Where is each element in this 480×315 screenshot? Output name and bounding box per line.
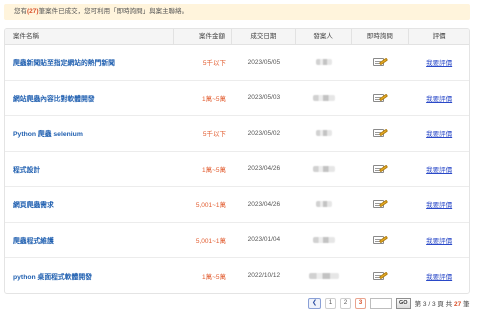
header-date: 成交日期 — [232, 29, 296, 44]
client-name-blurred — [315, 59, 332, 66]
deal-date: 2023/04/26 — [247, 200, 281, 208]
table-row: python 桌面程式軟體開發 1萬~5萬 2022/10/12 我要評價 — [5, 258, 469, 293]
header-chat: 即時詢問 — [352, 29, 410, 44]
client-name-blurred — [308, 272, 339, 279]
deal-date: 2023/04/26 — [247, 165, 281, 173]
table-row: 程式設計 1萬~5萬 2023/04/26 我要評價 — [5, 152, 469, 187]
table-row: 網站爬蟲內容比對軟體開發 1萬~5萬 2023/05/03 我要評價 — [5, 81, 469, 116]
evaluate-link[interactable]: 我要評價 — [426, 199, 452, 209]
chevron-left-icon[interactable]: ❮ — [308, 297, 321, 309]
page-info: 第 3 / 3 頁 共 27 筆 — [414, 301, 470, 308]
header-evaluation: 評價 — [432, 33, 446, 40]
case-name-link[interactable]: 爬蟲新聞貼至指定網站的熱門新聞 — [13, 57, 115, 67]
deal-count: (27) — [27, 8, 39, 15]
evaluate-link[interactable]: 我要評價 — [426, 93, 452, 103]
pagination: ❮ 1 2 3 GO 第 3 / 3 頁 共 27 筆 — [308, 297, 470, 309]
case-name-link[interactable]: 程式設計 — [13, 164, 40, 174]
table-row: 網頁爬蟲需求 5,001~1萬 2023/04/26 我要評價 — [5, 187, 469, 223]
total-count: 27 — [454, 301, 462, 308]
page-number-input[interactable] — [370, 297, 392, 309]
case-amount: 1萬~5萬 — [202, 95, 227, 103]
evaluate-link[interactable]: 我要評價 — [426, 128, 452, 138]
notice-prefix: 您有 — [14, 8, 27, 15]
message-icon[interactable] — [372, 235, 388, 245]
deal-date: 2022/10/12 — [247, 272, 281, 280]
client-name-blurred — [312, 165, 335, 172]
case-amount: 5,001~1萬 — [195, 202, 227, 210]
message-icon[interactable] — [372, 57, 388, 67]
table-row: 爬蟲程式維護 5,001~1萬 2023/01/04 我要評價 — [5, 223, 469, 258]
deal-date: 2023/01/04 — [247, 236, 281, 244]
case-name-link[interactable]: Python 爬蟲 selenium — [13, 128, 83, 138]
case-amount: 5千以下 — [202, 60, 227, 68]
message-icon[interactable] — [372, 199, 388, 209]
evaluate-link[interactable]: 我要評價 — [426, 57, 452, 67]
case-amount: 1萬~5萬 — [202, 166, 227, 174]
case-amount: 5,001~1萬 — [195, 237, 227, 245]
case-amount: 5千以下 — [202, 131, 227, 139]
table-header: 案件名稱 案件金額 成交日期 發案人 即時詢問 評價 — [5, 29, 469, 45]
evaluate-link[interactable]: 我要評價 — [426, 164, 452, 174]
client-name-blurred — [312, 94, 335, 101]
table-row: Python 爬蟲 selenium 5千以下 2023/05/02 我要評價 — [5, 116, 469, 152]
message-icon[interactable] — [372, 128, 388, 138]
message-icon[interactable] — [372, 93, 388, 103]
deal-date: 2023/05/02 — [247, 129, 281, 137]
case-name-link[interactable]: 網站爬蟲內容比對軟體開發 — [13, 93, 95, 103]
case-name-link[interactable]: python 桌面程式軟體開發 — [13, 271, 92, 281]
case-name-link[interactable]: 爬蟲程式維護 — [13, 235, 54, 245]
client-name-blurred — [315, 201, 332, 208]
evaluate-link[interactable]: 我要評價 — [426, 271, 452, 281]
notice-suffix: 筆案件已成交，您可利用「即時詢問」與案主聯絡。 — [38, 8, 189, 15]
deal-notice-banner: 您有(27)筆案件已成交，您可利用「即時詢問」與案主聯絡。 — [4, 4, 470, 20]
message-icon[interactable] — [372, 271, 388, 281]
deals-table: 案件名稱 案件金額 成交日期 發案人 即時詢問 評價 爬蟲新聞貼至指定網站的熱門… — [4, 28, 470, 294]
go-button[interactable]: GO — [396, 297, 411, 309]
header-client: 發案人 — [296, 29, 352, 44]
header-amount: 案件金額 — [174, 29, 233, 44]
case-amount: 1萬~5萬 — [202, 273, 227, 281]
message-icon[interactable] — [372, 164, 388, 174]
current-page-button[interactable]: 3 — [355, 297, 366, 309]
page-button[interactable]: 1 — [325, 297, 336, 309]
case-name-link[interactable]: 網頁爬蟲需求 — [13, 199, 54, 209]
client-name-blurred — [315, 130, 332, 137]
header-case-name: 案件名稱 — [5, 29, 175, 44]
deal-date: 2023/05/03 — [247, 94, 281, 102]
client-name-blurred — [312, 236, 335, 243]
deal-date: 2023/05/05 — [247, 58, 281, 66]
evaluate-link[interactable]: 我要評價 — [426, 235, 452, 245]
page-button[interactable]: 2 — [340, 297, 351, 309]
table-row: 爬蟲新聞貼至指定網站的熱門新聞 5千以下 2023/05/05 我要評價 — [5, 45, 469, 81]
